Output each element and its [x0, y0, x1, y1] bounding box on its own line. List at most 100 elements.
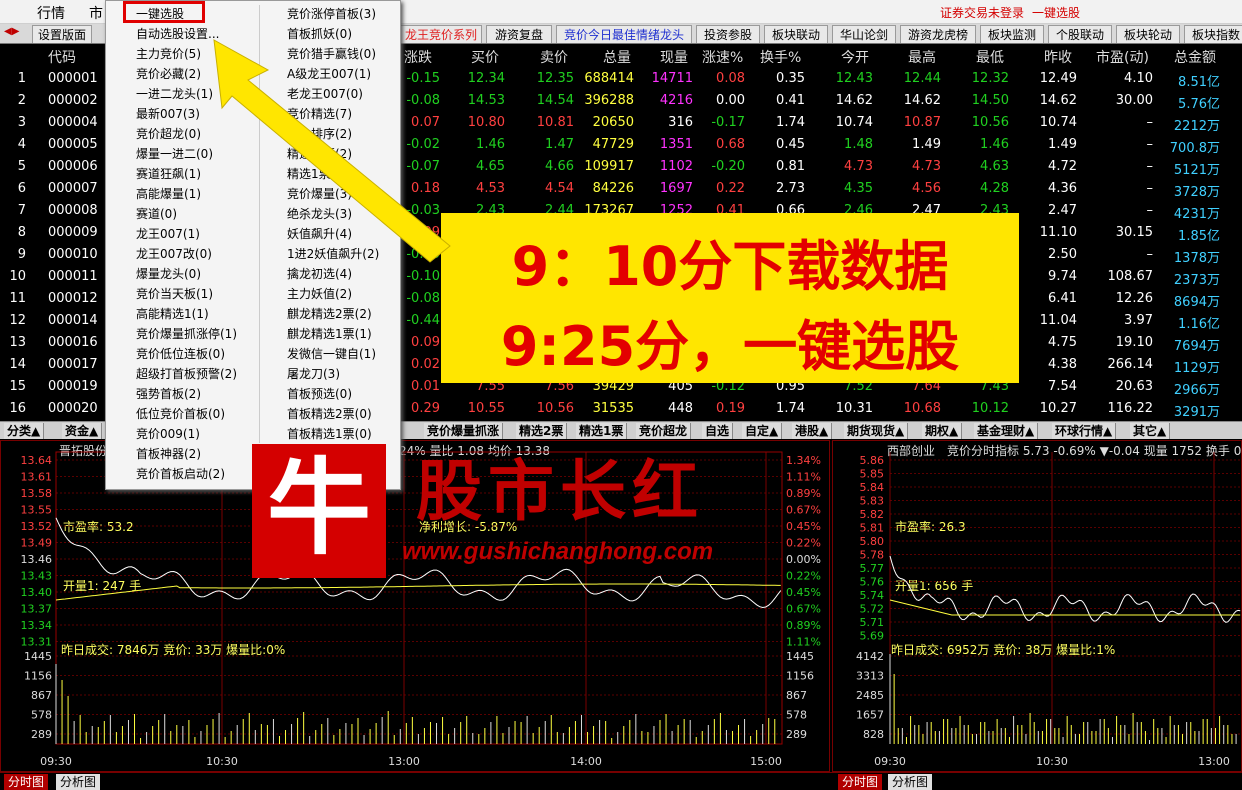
menu-item-left[interactable]: 爆量龙头(0): [136, 265, 201, 282]
price-tick: 13.61: [21, 471, 53, 484]
menu-item-left[interactable]: 高能爆量(1): [136, 185, 201, 202]
menu-item-right[interactable]: 竞价精选(7): [287, 105, 352, 122]
volume-tick: 1445: [24, 650, 52, 663]
menu-item-right[interactable]: 首板精选2票(0): [287, 405, 372, 422]
menu-item-right[interactable]: 竞价涨停首板(3): [287, 5, 376, 22]
menu-item-right[interactable]: 首板精选1票(0): [287, 425, 372, 442]
price-tick: 5.74: [860, 589, 885, 602]
menu-item-left[interactable]: 竞价首板启动(2): [136, 465, 225, 482]
volume-tick: 289: [31, 728, 52, 741]
menu-item-left[interactable]: 一进二龙头(1): [136, 85, 213, 102]
menu-item-right[interactable]: 老龙王007(0): [287, 85, 363, 102]
tab-analysis-left[interactable]: 分析图: [56, 774, 101, 790]
bottom-tab-bar: 分时图 分析图 分时图 分析图: [0, 772, 1242, 790]
volume-tick: 2485: [856, 689, 884, 702]
price-tick: 5.77: [860, 562, 885, 575]
watermark-url: www.gushichanghong.com: [402, 538, 714, 565]
time-tick: 15:00: [750, 755, 782, 768]
volume-tick: 1156: [24, 670, 52, 683]
price-tick: 13.55: [21, 504, 53, 517]
volume-tick: 578: [31, 709, 52, 722]
menu-item-right[interactable]: 首板预选(0): [287, 385, 352, 402]
price-tick: 13.52: [21, 520, 53, 533]
price-tick: 13.37: [21, 603, 53, 616]
highlight-box: [123, 1, 205, 23]
menu-item-left[interactable]: 首板神器(2): [136, 445, 201, 462]
tab-intraday-left[interactable]: 分时图: [4, 774, 49, 790]
menu-item-left[interactable]: 竞价超龙(0): [136, 125, 201, 142]
menu-item-left[interactable]: 主力竞价(5): [136, 45, 201, 62]
banner-line-1: 9：10分下载数据: [511, 235, 949, 298]
menu-item-left[interactable]: 竞价爆量抓涨停(1): [136, 325, 237, 342]
menu-item-left[interactable]: 强势首板(2): [136, 385, 201, 402]
menu-item-right[interactable]: 主力妖值(2): [287, 285, 352, 302]
annotation-banner: 9：10分下载数据 9:25分，一键选股: [441, 213, 1019, 383]
price-tick: 13.49: [21, 537, 53, 550]
price-tick: 13.58: [21, 487, 53, 500]
time-tick: 14:00: [570, 755, 602, 768]
volume-tick: 289: [786, 728, 807, 741]
tab-analysis-right[interactable]: 分析图: [888, 774, 933, 790]
menu-item-left[interactable]: 龙王007改(0): [136, 245, 212, 262]
menu-item-right[interactable]: 首板抓妖(0): [287, 25, 352, 42]
menu-item-right[interactable]: 妖值飙升(4): [287, 225, 352, 242]
menu-item-right[interactable]: 发微信一键自(1): [287, 345, 376, 362]
menu-item-right[interactable]: 竞价猎手赢钱(0): [287, 45, 376, 62]
price-tick: 13.31: [21, 636, 53, 649]
logo-character: 牛: [266, 446, 371, 569]
menu-item-left[interactable]: 竞价必藏(2): [136, 65, 201, 82]
menu-item-right[interactable]: 精选1票(1): [287, 165, 348, 182]
time-tick: 09:30: [40, 755, 72, 768]
menu-item-left[interactable]: 竞价当天板(1): [136, 285, 213, 302]
time-tick: 09:30: [874, 755, 906, 768]
price-tick: 5.81: [860, 522, 885, 535]
price-tick: 5.86: [860, 454, 885, 467]
time-tick: 13:00: [1198, 755, 1230, 768]
menu-item-left[interactable]: 竞价低位连板(0): [136, 345, 225, 362]
price-tick: 5.72: [860, 603, 885, 616]
price-tick: 5.84: [860, 481, 885, 494]
pct-tick: 0.22%: [786, 570, 821, 583]
price-tick: 13.43: [21, 570, 53, 583]
menu-item-left[interactable]: 高能精选1(1): [136, 305, 209, 322]
price-tick: 13.64: [21, 454, 53, 467]
menu-item-right[interactable]: 麒龙精选1票(1): [287, 325, 372, 342]
pct-tick: 0.22%: [786, 537, 821, 550]
volume-tick: 867: [31, 689, 52, 702]
time-tick: 10:30: [206, 755, 238, 768]
time-tick: 10:30: [1036, 755, 1068, 768]
menu-item-left[interactable]: 赛道狂飙(1): [136, 165, 201, 182]
menu-item-left[interactable]: 竞价009(1): [136, 425, 200, 442]
menu-item-left[interactable]: 爆量一进二(0): [136, 145, 213, 162]
menu-item-right[interactable]: 屠龙刀(3): [287, 365, 340, 382]
menu-item-left[interactable]: 超级打首板预警(2): [136, 365, 237, 382]
menu-item-left[interactable]: 最新007(3): [136, 105, 200, 122]
pct-tick: 1.11%: [786, 471, 821, 484]
menu-item-right[interactable]: 竞价爆量(3): [287, 185, 352, 202]
pct-tick: 0.00%: [786, 553, 821, 566]
menu-item-right[interactable]: 精选二票(2): [287, 145, 352, 162]
tab-intraday-right[interactable]: 分时图: [838, 774, 883, 790]
volume-tick: 578: [786, 709, 807, 722]
pct-tick: 1.11%: [786, 636, 821, 649]
menu-item-right[interactable]: 擒龙初选(4): [287, 265, 352, 282]
stock-selection-dropdown: 一键选股 自动选股设置... 主力竞价(5) 竞价必藏(2) 一进二龙头(1) 最新007…: [105, 0, 401, 490]
menu-item-left[interactable]: 赛道(0): [136, 205, 177, 222]
menu-item-right[interactable]: 绝杀龙头(3): [287, 205, 352, 222]
menu-item-left[interactable]: 龙王007(1): [136, 225, 200, 242]
watermark-logo: 牛: [252, 444, 386, 578]
pct-tick: 1.34%: [786, 454, 821, 467]
pct-tick: 0.67%: [786, 603, 821, 616]
menu-item-left[interactable]: 自动选股设置...: [136, 25, 219, 42]
menu-item-right[interactable]: 麒龙精选2票(2): [287, 305, 372, 322]
menu-item-right[interactable]: 1进2妖值飙升(2): [287, 245, 379, 262]
price-tick: 5.80: [860, 535, 885, 548]
volume-tick: 828: [863, 728, 884, 741]
menu-item-right[interactable]: 竞价排序(2): [287, 125, 352, 142]
price-tick: 5.71: [860, 616, 885, 629]
pct-tick: 0.89%: [786, 619, 821, 632]
menu-item-right[interactable]: A级龙王007(1): [287, 65, 371, 82]
banner-line-2: 9:25分，一键选股: [500, 315, 960, 378]
menu-item-left[interactable]: 低位竞价首板(0): [136, 405, 225, 422]
volume-tick: 4142: [856, 650, 884, 663]
